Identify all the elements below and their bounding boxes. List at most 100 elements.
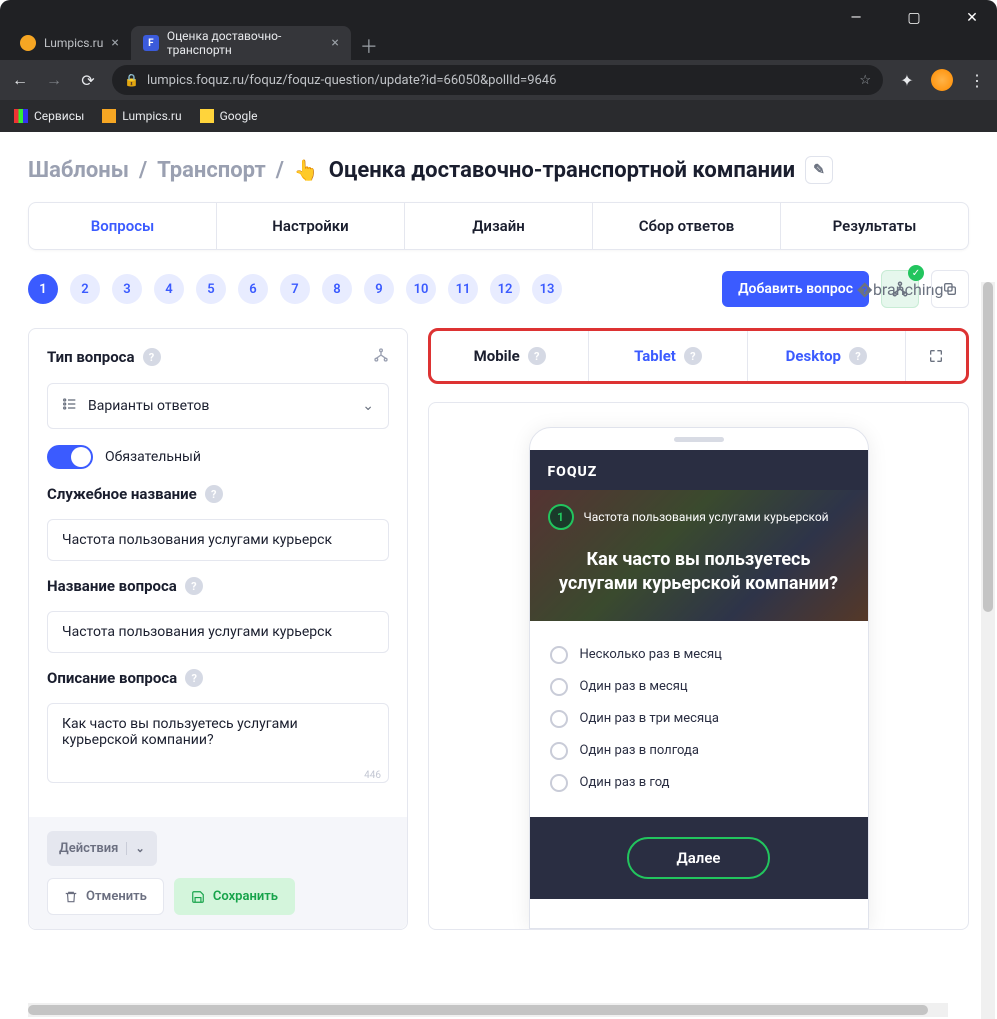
question-desc-label: Описание вопроса xyxy=(47,669,177,687)
pointer-icon: 👆 xyxy=(294,158,319,182)
bookmarks-bar: Сервисы Lumpics.ru Google xyxy=(0,100,997,132)
page-title: Оценка доставочно-транспортной компании xyxy=(329,158,795,183)
help-icon[interactable]: ? xyxy=(205,485,223,503)
step-3[interactable]: 3 xyxy=(112,274,142,304)
question-editor-panel: Тип вопроса ? Варианты ответов ⌄ xyxy=(28,328,408,930)
type-label-row: Тип вопроса ? xyxy=(47,347,389,367)
help-icon[interactable]: ? xyxy=(143,348,161,366)
edit-title-button[interactable]: ✎ xyxy=(805,156,833,184)
question-desc-textarea[interactable] xyxy=(47,703,389,783)
fullscreen-button[interactable] xyxy=(906,331,966,381)
browser-tab-1[interactable]: Lumpics.ru × xyxy=(8,26,131,60)
folder-icon xyxy=(200,109,214,123)
bookmark-google[interactable]: Google xyxy=(200,109,258,123)
reload-button[interactable]: ⟳ xyxy=(78,71,98,90)
device-tab-desktop[interactable]: Desktop? xyxy=(748,331,906,381)
tab-questions[interactable]: Вопросы xyxy=(29,203,217,249)
preview-canvas: FOQUZ 1 Частота пользования услугами кур… xyxy=(428,402,969,930)
tab-collect[interactable]: Сбор ответов xyxy=(593,203,781,249)
save-icon xyxy=(191,890,205,904)
bookmark-star-icon[interactable]: ☆ xyxy=(859,73,871,88)
favicon-icon xyxy=(20,35,36,51)
select-value: Варианты ответов xyxy=(88,398,209,414)
device-tabs: Mobile? Tablet? Desktop? xyxy=(428,328,969,384)
required-toggle[interactable] xyxy=(47,445,93,469)
required-toggle-row: Обязательный xyxy=(47,445,389,469)
question-name-input[interactable] xyxy=(47,611,389,653)
required-label: Обязательный xyxy=(105,449,201,465)
lock-icon: 🔒 xyxy=(124,73,139,87)
menu-icon[interactable]: ⋮ xyxy=(967,71,987,90)
preview-question-title: Как часто вы пользуетесь услугами курьер… xyxy=(548,548,850,597)
step-6[interactable]: 6 xyxy=(238,274,268,304)
profile-avatar[interactable] xyxy=(931,69,953,91)
step-2[interactable]: 2 xyxy=(70,274,100,304)
type-label: Тип вопроса xyxy=(47,348,135,366)
close-tab-icon[interactable]: × xyxy=(331,35,338,51)
preview-option[interactable]: Один раз в год xyxy=(550,767,848,799)
horizontal-scrollbar[interactable] xyxy=(28,1003,948,1017)
preview-option[interactable]: Один раз в месяц xyxy=(550,671,848,703)
copy-icon xyxy=(942,281,958,297)
browser-tab-2[interactable]: F Оценка доставочно-транспортн × xyxy=(131,26,351,60)
preview-breadcrumb: 1 Частота пользования услугами курьерско… xyxy=(548,504,850,530)
trash-icon xyxy=(64,890,78,904)
step-4[interactable]: 4 xyxy=(154,274,184,304)
tab-design[interactable]: Дизайн xyxy=(405,203,593,249)
tab-title: Оценка доставочно-транспортн xyxy=(167,29,324,57)
back-button[interactable]: ← xyxy=(10,70,30,90)
tab-results[interactable]: Результаты xyxy=(781,203,968,249)
preview-next-button[interactable]: Далее xyxy=(627,837,771,879)
step-13[interactable]: 13 xyxy=(532,274,562,304)
help-icon[interactable]: ? xyxy=(185,577,203,595)
question-steps: 12345678910111213 xyxy=(28,274,562,304)
step-12[interactable]: 12 xyxy=(490,274,520,304)
save-button[interactable]: Сохранить xyxy=(174,878,295,915)
step-7[interactable]: 7 xyxy=(280,274,310,304)
service-name-label: Служебное название xyxy=(47,485,197,503)
new-tab-button[interactable]: ＋ xyxy=(355,32,383,60)
structure-icon[interactable] xyxy=(373,347,389,367)
preview-option[interactable]: Несколько раз в месяц xyxy=(550,639,848,671)
close-tab-icon[interactable]: × xyxy=(111,35,118,51)
service-name-input[interactable] xyxy=(47,519,389,561)
radio-icon xyxy=(550,646,568,664)
radio-icon xyxy=(550,742,568,760)
step-8[interactable]: 8 xyxy=(322,274,352,304)
extensions-icon[interactable]: ✦ xyxy=(897,71,917,90)
omnibox[interactable]: 🔒 lumpics.foquz.ru/foquz/foquz-question/… xyxy=(112,65,883,95)
vertical-scrollbar[interactable] xyxy=(981,282,995,1019)
forward-button[interactable]: → xyxy=(44,70,64,90)
step-1[interactable]: 1 xyxy=(28,274,58,304)
question-number-badge: 1 xyxy=(548,504,574,530)
check-badge-icon: ✓ xyxy=(908,265,924,281)
breadcrumb-transport[interactable]: Транспорт xyxy=(157,158,266,183)
window-controls: — ▢ ✕ xyxy=(0,12,997,24)
bookmark-services[interactable]: Сервисы xyxy=(14,109,84,123)
step-9[interactable]: 9 xyxy=(364,274,394,304)
phone-frame: FOQUZ 1 Частота пользования услугами кур… xyxy=(529,427,869,929)
step-10[interactable]: 10 xyxy=(406,274,436,304)
tab-settings[interactable]: Настройки xyxy=(217,203,405,249)
chevron-down-icon: ⌄ xyxy=(126,842,144,855)
breadcrumb-templates[interactable]: Шаблоны xyxy=(28,158,129,183)
device-tab-mobile[interactable]: Mobile? xyxy=(431,331,589,381)
question-name-label: Название вопроса xyxy=(47,577,177,595)
add-question-button[interactable]: Добавить вопрос xyxy=(722,271,869,307)
actions-dropdown[interactable]: Действия⌄ xyxy=(47,831,157,866)
device-tab-tablet[interactable]: Tablet? xyxy=(589,331,747,381)
bookmark-lumpics[interactable]: Lumpics.ru xyxy=(102,109,181,123)
preview-option[interactable]: Один раз в полгода xyxy=(550,735,848,767)
cancel-button[interactable]: Отменить xyxy=(47,878,164,915)
step-11[interactable]: 11 xyxy=(448,274,478,304)
char-counter: 446 xyxy=(364,770,381,781)
structure-button[interactable]: �branching ✓ xyxy=(881,270,919,308)
folder-icon xyxy=(102,109,116,123)
preview-crumb-text: Частота пользования услугами курьерской xyxy=(584,510,829,524)
question-type-select[interactable]: Варианты ответов ⌄ xyxy=(47,383,389,429)
step-5[interactable]: 5 xyxy=(196,274,226,304)
main-tabs: Вопросы Настройки Дизайн Сбор ответов Ре… xyxy=(28,202,969,250)
copy-button[interactable] xyxy=(931,270,969,308)
preview-option[interactable]: Один раз в три месяца xyxy=(550,703,848,735)
help-icon[interactable]: ? xyxy=(185,669,203,687)
